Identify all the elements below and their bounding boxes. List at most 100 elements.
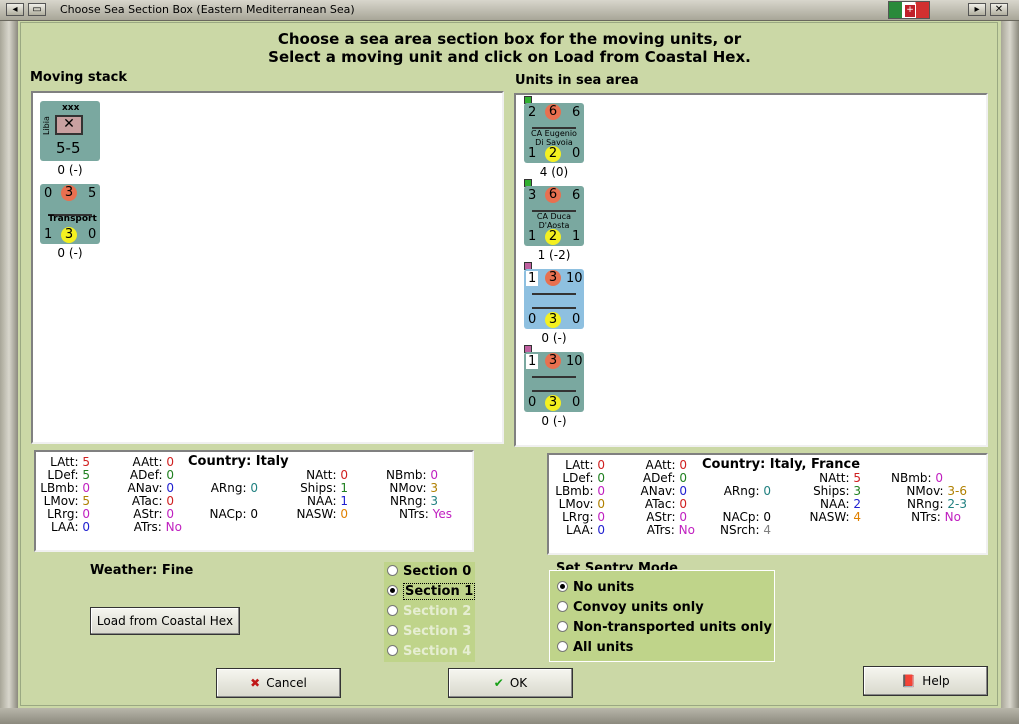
stat-key: ADef: (129, 468, 167, 482)
stat-value: No (678, 523, 695, 537)
minimize-icon[interactable]: ▸ (968, 3, 986, 16)
stat-value: 0 (166, 468, 174, 482)
unit-counter[interactable]: 2 6 6 CA Eugenio Di Savoia 1 2 0 (524, 103, 584, 163)
stat-nacp: NACp: 0 (709, 510, 771, 524)
restore-icon[interactable]: ▭ (28, 3, 46, 16)
stat-key: NAA: (819, 497, 854, 511)
unit-value: 2 (528, 105, 537, 120)
unit-counter[interactable]: 1 3 10 0 3 0 (524, 269, 584, 329)
radio-button[interactable] (387, 565, 398, 576)
stat-value: 4 (853, 510, 861, 524)
unit-counter[interactable]: xxx Libia ✕ 5-5 (40, 101, 100, 161)
stat-atrs: ATrs: No (633, 523, 695, 537)
load-from-coastal-hex-button[interactable]: Load from Coastal Hex (90, 607, 240, 635)
stat-value: 3 (430, 494, 438, 508)
stat-value: 0 (340, 468, 348, 482)
stat-value: 5 (82, 455, 90, 469)
section-radio-0[interactable]: Section 0 (387, 564, 471, 579)
weather-label: Weather: Fine (90, 563, 194, 578)
stat-key: ATrs: (646, 523, 679, 537)
stat-ships: Ships: 1 (294, 481, 348, 495)
unit-value: 1 (572, 229, 581, 244)
unit-value: 6 (572, 188, 581, 203)
stat-key: ATac: (131, 494, 167, 508)
moving-stack-stats: Country: Italy LAtt: 5 LDef: 5 LBmb: 0 LMov:… (34, 450, 474, 552)
unit-value: 0 (572, 146, 581, 161)
stat-key: NMov: (906, 484, 948, 498)
help-button[interactable]: 📕 Help (863, 666, 988, 696)
unit-value: 6 (545, 104, 561, 120)
stat-value: 0 (340, 507, 348, 521)
unit-value: 2 (545, 146, 561, 162)
radio-button[interactable] (387, 585, 398, 596)
cancel-button[interactable]: ✖ Cancel (216, 668, 341, 698)
radio-button[interactable] (557, 641, 568, 652)
unit-counter[interactable]: 3 6 6 CA Duca D'Aosta 1 2 1 (524, 186, 584, 246)
stat-value: 0 (679, 510, 687, 524)
stat-lmov: LMov: 5 (38, 494, 90, 508)
unit-counter[interactable]: 0 3 5 Transport 1 3 0 (40, 184, 100, 244)
italy-flag-icon: + (888, 1, 930, 19)
country-label: Country: Italy, France (702, 457, 861, 472)
unit-counter[interactable]: 1 3 10 0 3 0 (524, 352, 584, 412)
radio-button[interactable] (557, 581, 568, 592)
stat-value: 5 (853, 471, 861, 485)
unit-value: 1 (526, 354, 539, 369)
stat-key: NASW: (809, 510, 854, 524)
system-menu-icon[interactable]: ◂ (6, 3, 24, 16)
sentry-radio-2[interactable]: Non-transported units only (557, 620, 772, 635)
radio-label: Section 4 (403, 644, 472, 659)
moving-stack-list[interactable]: xxx Libia ✕ 5-5 0 (-) 0 3 5 Transport 1 3 0 0 (-) (31, 91, 504, 444)
stat-value: 3 (430, 481, 438, 495)
stat-value: 0 (82, 520, 90, 534)
unit-caption: 0 (-) (541, 331, 567, 345)
stat-key: ADef: (642, 471, 680, 485)
title-bar[interactable]: ◂ ▭ Choose Sea Section Box (Eastern Medi… (0, 0, 1019, 21)
stat-value: 0 (430, 468, 438, 482)
stat-key: ANav: (640, 484, 680, 498)
stat-adef: ADef: 0 (116, 468, 174, 482)
unit-value: 2 (545, 229, 561, 245)
unit-value: 1 (528, 229, 537, 244)
stat-value: 0 (166, 494, 174, 508)
infantry-icon: ✕ (55, 115, 83, 135)
section-radio-3: Section 3 (387, 624, 471, 639)
stat-value: 0 (82, 507, 90, 521)
sentry-radio-0[interactable]: No units (557, 580, 634, 595)
section-radio-1[interactable]: Section 1 (387, 583, 476, 600)
stat-key: NACp: (209, 507, 251, 521)
radio-label: Section 2 (403, 604, 472, 619)
sea-area-unit-list[interactable]: 2 6 6 CA Eugenio Di Savoia 1 2 0 4 (0) 3 6 6 CA Duca… (514, 93, 988, 447)
stat-lrrg: LRrg: 0 (38, 507, 90, 521)
sentry-radio-1[interactable]: Convoy units only (557, 600, 704, 615)
radio-button[interactable] (557, 601, 568, 612)
stat-value: 0 (597, 497, 605, 511)
stat-key: NBmb: (890, 471, 936, 485)
unit-name: Transport (48, 214, 97, 224)
unit-name: CA Duca D'Aosta (536, 212, 572, 230)
stat-key: NTrs: (399, 507, 433, 521)
stat-latt: LAtt: 0 (551, 458, 605, 472)
sentry-radio-3[interactable]: All units (557, 640, 633, 655)
stat-astr: AStr: 0 (116, 507, 174, 521)
stat-key: NMov: (389, 481, 431, 495)
unit-value: 10 (566, 354, 583, 369)
section-radio-2: Section 2 (387, 604, 471, 619)
bottom-border (0, 708, 1019, 724)
close-icon[interactable]: ✕ (990, 3, 1008, 16)
unit-value: 0 (572, 395, 581, 410)
stat-laa: LAA: 0 (551, 523, 605, 537)
stat-key: AStr: (646, 510, 680, 524)
stat-key: LDef: (562, 471, 598, 485)
ok-check-icon: ✔ (493, 676, 504, 690)
radio-button[interactable] (557, 621, 568, 632)
stat-ldef: LDef: 0 (551, 471, 605, 485)
stat-value: 0 (166, 455, 174, 469)
stat-anav: ANav: 0 (633, 484, 687, 498)
unit-value: 3 (545, 312, 561, 328)
stat-value: 0 (679, 497, 687, 511)
stat-key: NRng: (389, 494, 431, 508)
stat-value: 0 (597, 510, 605, 524)
stat-value: No (944, 510, 961, 524)
ok-button[interactable]: ✔ OK (448, 668, 573, 698)
